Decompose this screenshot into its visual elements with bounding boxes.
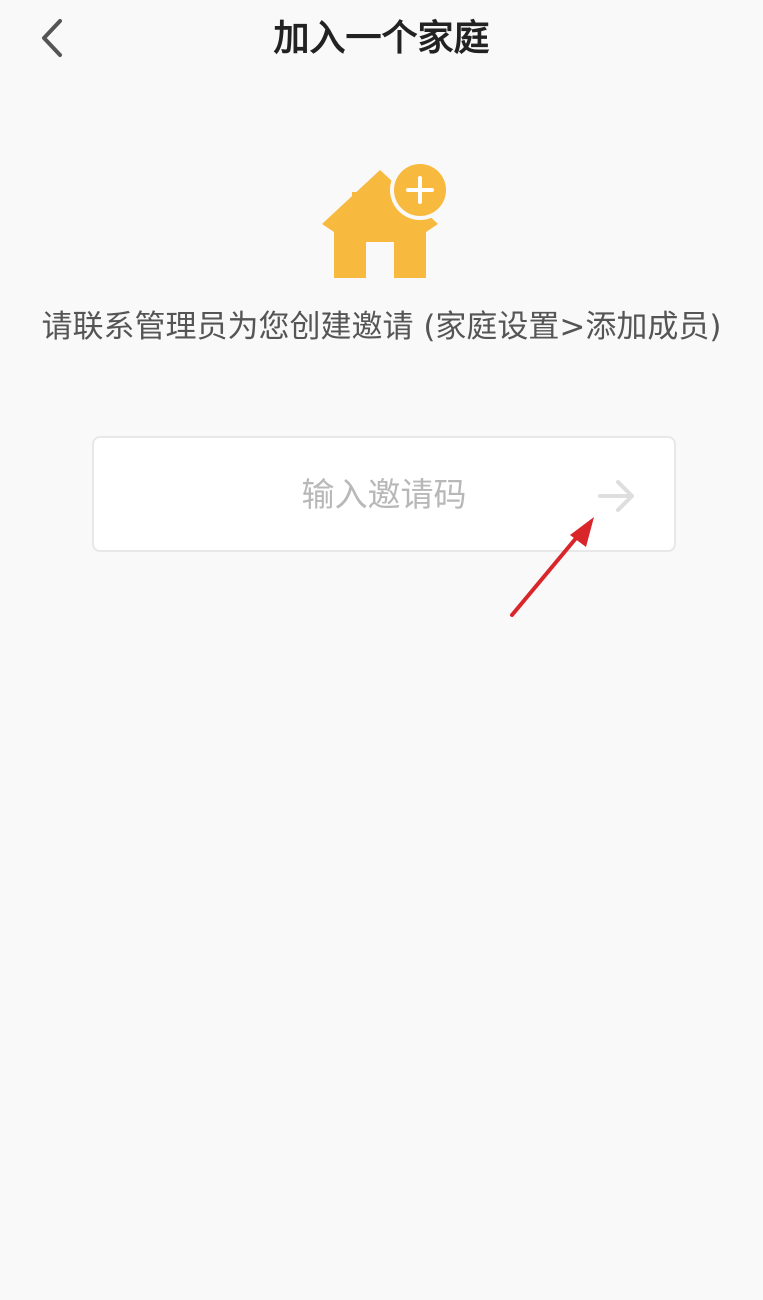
page-title: 加入一个家庭 <box>273 18 490 59</box>
header-bar: 加入一个家庭 <box>0 0 763 80</box>
house-plus-icon <box>318 160 450 284</box>
red-pointer-arrow <box>500 505 610 625</box>
instruction-text: 请联系管理员为您创建邀请 (家庭设置>添加成员) <box>41 309 722 345</box>
